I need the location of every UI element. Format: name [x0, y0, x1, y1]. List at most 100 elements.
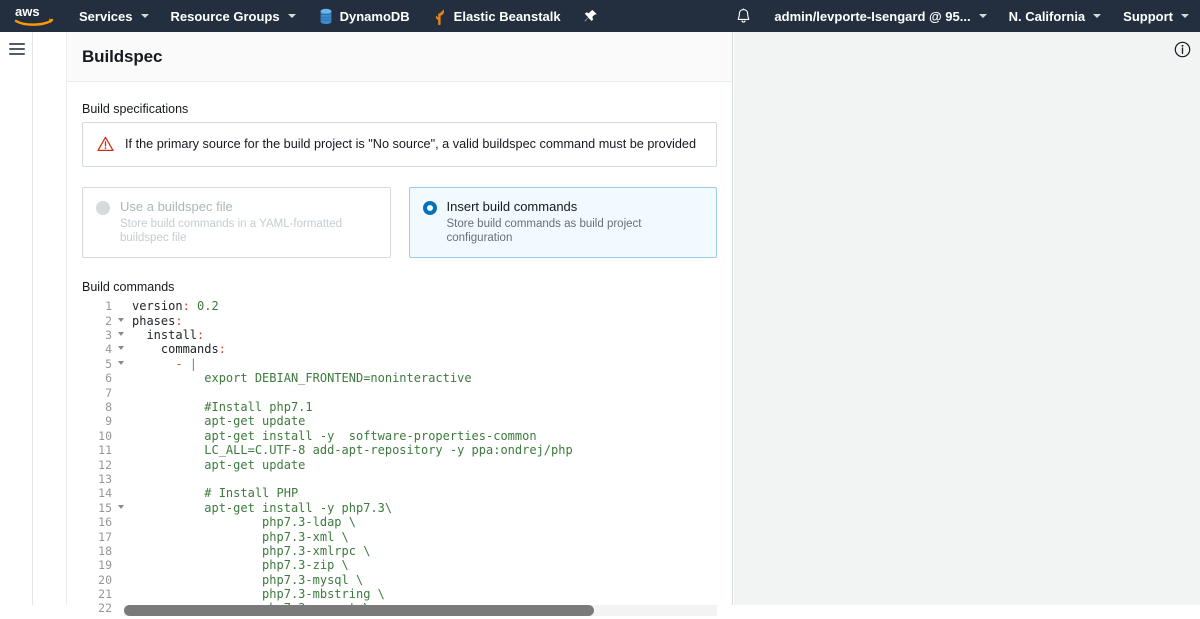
code-line[interactable]: 1 version: 0.2 — [82, 299, 717, 313]
option-use-buildspec-file-subtitle: Store build commands in a YAML-formatted… — [120, 217, 343, 244]
nav-item-services[interactable]: Services — [68, 0, 160, 32]
code-line[interactable]: 7 — [82, 386, 717, 400]
option-insert-build-commands-subtitle: Store build commands as build project co… — [446, 217, 642, 244]
code-token: - — [132, 356, 183, 371]
line-number: 19 — [98, 558, 112, 573]
right-side-pane — [734, 32, 1200, 605]
code-token: 0.2 — [189, 299, 219, 314]
code-line[interactable]: 18 php7.3-xmlrpc \ — [82, 544, 717, 558]
nav-item-elastic-beanstalk[interactable]: Elastic Beanstalk — [421, 0, 572, 32]
code-line[interactable]: 12 apt-get update — [82, 458, 717, 472]
notifications-button[interactable] — [724, 8, 763, 24]
account-menu[interactable]: admin/levporte-Isengard @ 95... — [763, 0, 997, 32]
code-line-text: - | — [116, 357, 197, 371]
support-menu[interactable]: Support — [1112, 0, 1200, 32]
hamburger-icon[interactable] — [9, 43, 25, 55]
code-line[interactable]: 20 php7.3-mysql \ — [82, 573, 717, 587]
region-menu[interactable]: N. California — [998, 0, 1113, 32]
code-line-text: php7.3-ldap \ — [116, 515, 356, 529]
code-line[interactable]: 19 php7.3-zip \ — [82, 558, 717, 572]
code-line[interactable]: 9 apt-get update — [82, 414, 717, 428]
fold-arrow-icon[interactable] — [118, 317, 124, 322]
chevron-down-icon — [140, 14, 149, 18]
chevron-down-icon — [1181, 14, 1189, 18]
line-number: 2 — [82, 314, 124, 328]
build-commands-editor[interactable]: 1 version: 0.2 2 phases: 3 install: 4 command… — [82, 299, 717, 619]
code-token: php7.3-zip \ — [132, 558, 349, 573]
code-token: apt-get update — [132, 457, 306, 472]
pin-shortcut-button[interactable] — [572, 9, 610, 24]
fold-arrow-icon[interactable] — [118, 504, 124, 509]
hamburger-bar — [9, 48, 25, 50]
code-line[interactable]: 4 commands: — [82, 342, 717, 356]
code-line[interactable]: 2 phases: — [82, 314, 717, 328]
info-icon[interactable] — [1174, 41, 1191, 58]
line-number: 20 — [98, 572, 112, 587]
bell-icon — [738, 8, 750, 23]
code-line[interactable]: 21 php7.3-mbstring \ — [82, 587, 717, 601]
code-line[interactable]: 3 install: — [82, 328, 717, 342]
code-line[interactable]: 16 php7.3-ldap \ — [82, 515, 717, 529]
code-token: #Install php7.1 — [132, 399, 313, 414]
option-insert-build-commands[interactable]: Insert build commands Store build comman… — [408, 186, 717, 259]
aws-logo[interactable]: aws — [0, 0, 68, 32]
code-token: apt-get update — [132, 414, 306, 429]
code-token: : — [218, 342, 226, 357]
build-specifications-label: Build specifications — [82, 102, 189, 116]
dynamodb-icon — [318, 8, 334, 25]
option-use-buildspec-file[interactable]: Use a buildspec file Store build command… — [82, 186, 391, 259]
buildspec-source-options: Use a buildspec file Store build command… — [82, 186, 717, 259]
line-number: 16 — [98, 515, 112, 530]
line-number: 11 — [98, 443, 112, 458]
code-line[interactable]: 8 #Install php7.1 — [82, 400, 717, 414]
code-line[interactable]: 6 export DEBIAN_FRONTEND=noninteractive — [82, 371, 717, 385]
code-line[interactable]: 13 — [82, 472, 717, 486]
code-line[interactable]: 5 - | — [82, 357, 717, 371]
code-token: php7.3-mysql \ — [132, 572, 364, 587]
code-token: : — [182, 299, 190, 314]
code-line[interactable]: 10 apt-get install -y software-propertie… — [82, 429, 717, 443]
option-insert-build-commands-title: Insert build commands — [446, 198, 578, 214]
nav-item-services-label: Services — [79, 8, 133, 24]
line-number: 9 — [105, 414, 112, 429]
code-line-text: LC_ALL=C.UTF-8 add-apt-repository -y ppa… — [116, 443, 572, 457]
panel-header: Buildspec — [67, 32, 732, 82]
fold-arrow-icon[interactable] — [118, 360, 124, 365]
nav-item-resource-groups[interactable]: Resource Groups — [160, 0, 307, 32]
code-token: phases — [132, 313, 176, 328]
code-lines-container: 1 version: 0.2 2 phases: 3 install: 4 command… — [82, 299, 717, 616]
buildspec-warning-text: If the primary source for the build proj… — [125, 137, 697, 151]
code-line[interactable]: 11 LC_ALL=C.UTF-8 add-apt-repository -y … — [82, 443, 717, 457]
editor-horizontal-scrollbar[interactable] — [124, 605, 594, 617]
code-line-text: install: — [116, 328, 204, 342]
line-number: 1 — [105, 299, 112, 314]
code-line-text: export DEBIAN_FRONTEND=noninteractive — [116, 371, 471, 385]
hamburger-bar — [9, 53, 25, 55]
code-line[interactable]: 14 # Install PHP — [82, 486, 717, 500]
code-token: php7.3-ldap \ — [132, 515, 356, 530]
support-menu-label: Support — [1123, 8, 1173, 24]
line-number: 13 — [98, 471, 112, 486]
code-line-text: version: 0.2 — [116, 299, 219, 313]
code-token: php7.3-xml \ — [132, 529, 349, 544]
chevron-down-icon — [978, 14, 987, 18]
fold-arrow-icon[interactable] — [118, 346, 124, 351]
code-token: version — [132, 299, 183, 314]
radio-icon-unselected — [96, 200, 110, 215]
nav-item-dynamodb[interactable]: DynamoDB — [307, 0, 421, 32]
code-line-text: apt-get update — [116, 414, 305, 428]
code-token: install — [132, 328, 198, 343]
line-number: 4 — [82, 342, 124, 356]
code-token: apt-get install -y software-properties-c… — [132, 428, 537, 443]
code-line-text: apt-get update — [116, 458, 305, 472]
fold-arrow-icon[interactable] — [118, 332, 124, 337]
code-token: : — [197, 328, 205, 343]
line-number: 22 — [98, 601, 112, 616]
code-line[interactable]: 17 php7.3-xml \ — [82, 530, 717, 544]
code-token: commands — [132, 342, 219, 357]
nav-item-resource-groups-label: Resource Groups — [170, 8, 280, 24]
code-line[interactable]: 15 apt-get install -y php7.3\ — [82, 501, 717, 515]
line-number: 21 — [98, 587, 112, 602]
code-line-text: php7.3-xml \ — [116, 530, 349, 544]
